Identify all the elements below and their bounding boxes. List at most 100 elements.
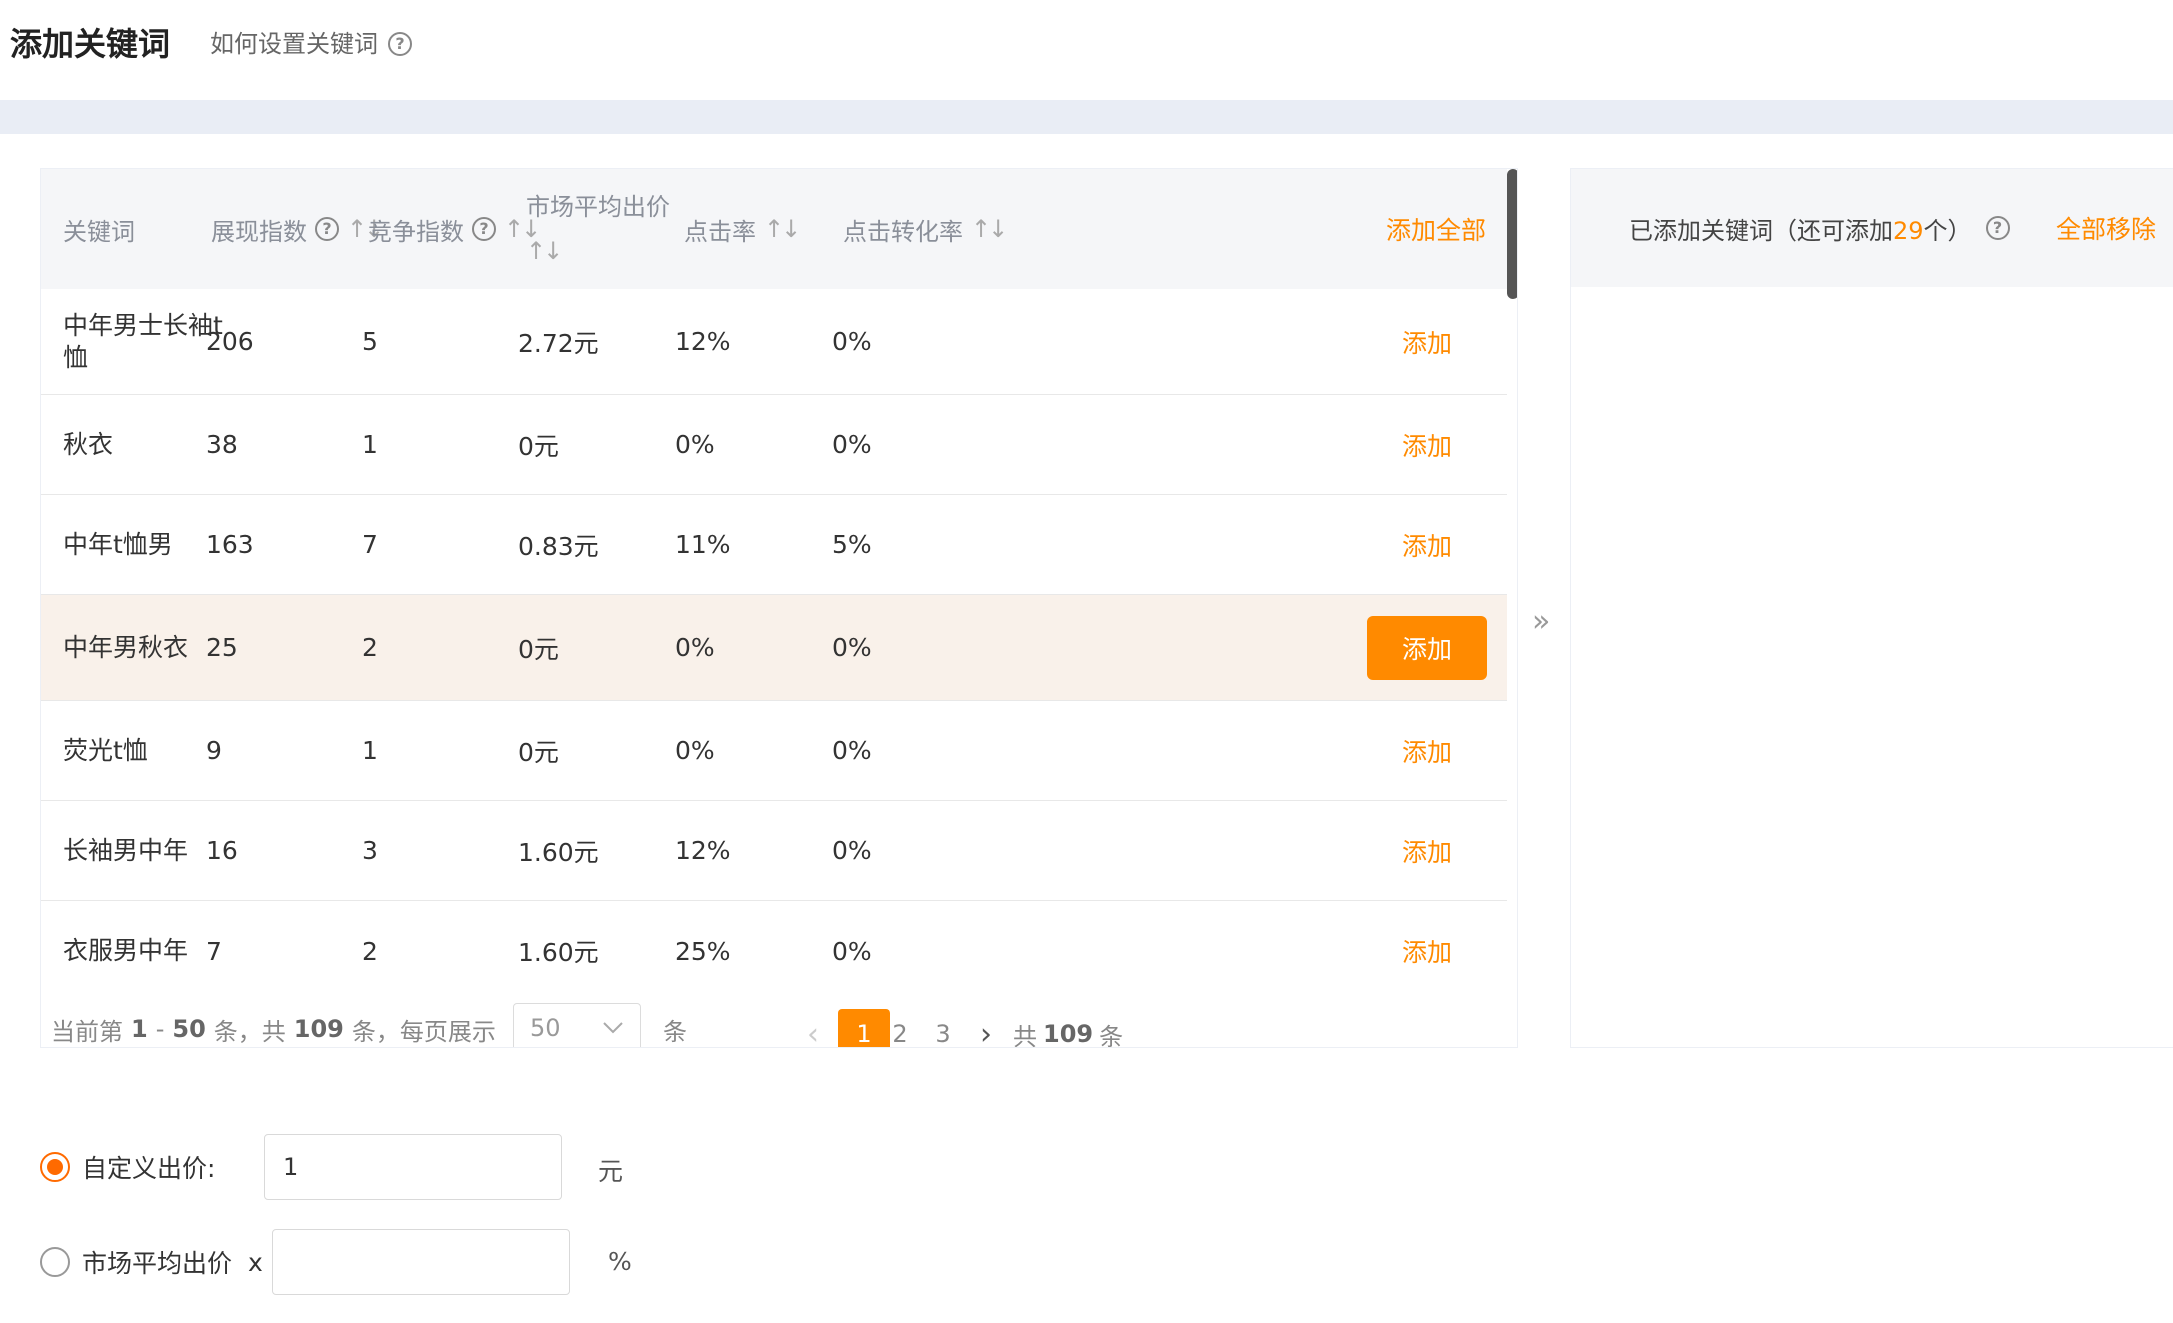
sort-icon[interactable]: ↑↓	[764, 215, 801, 243]
col-impression[interactable]: 展现指数 ? ↑↓	[211, 169, 384, 289]
selected-title-suffix: 个）	[1923, 216, 1972, 245]
cell-ctr: 11%	[675, 530, 731, 559]
market-bid-input[interactable]	[272, 1229, 570, 1295]
selected-panel-header: 已添加关键词（还可添加29个） ? 全部移除	[1571, 169, 2173, 287]
cell-avg-bid: 1.60元	[518, 837, 599, 867]
table-header: 关键词 展现指数 ? ↑↓ 竞争指数 ? ↑↓ 市场平均出价 ↑↓ 点击率 ↑↓…	[41, 169, 1507, 289]
add-all-button[interactable]: 添加全部	[1386, 169, 1486, 289]
market-bid-unit: %	[608, 1247, 632, 1276]
page-size-select[interactable]: 50	[513, 1003, 641, 1047]
cell-competition: 1	[362, 736, 378, 765]
help-link[interactable]: 如何设置关键词 ?	[210, 26, 412, 62]
keyword-table-body: 中年男士长袖t恤 206 5 2.72元 12% 0% 添加 秋衣 38 1 0…	[41, 289, 1507, 1001]
page-header: 添加关键词 如何设置关键词 ?	[0, 0, 2173, 100]
col-cvr[interactable]: 点击转化率 ↑↓	[843, 169, 1008, 289]
add-keyword-button[interactable]: 添加	[1387, 289, 1467, 394]
pagination-info-mid: 条，共	[213, 1017, 286, 1046]
custom-bid-label: 自定义出价:	[82, 1154, 216, 1183]
col-avg-bid[interactable]: 市场平均出价 ↑↓	[526, 169, 670, 289]
custom-bid-input[interactable]	[264, 1134, 562, 1200]
pagination-info-suffix: 条，每页展示	[351, 1017, 496, 1046]
market-bid-label: 市场平均出价	[82, 1249, 233, 1278]
add-keyword-button[interactable]: 添加	[1387, 395, 1467, 494]
help-link-label: 如何设置关键词	[210, 30, 378, 58]
pagination-range-start: 1	[131, 1015, 148, 1043]
table-row: 中年男士长袖t恤 206 5 2.72元 12% 0% 添加	[41, 289, 1507, 395]
sort-icon[interactable]: ↑↓	[971, 215, 1008, 243]
total-count: 109	[1043, 1020, 1094, 1048]
total-suffix: 条	[1099, 1022, 1124, 1048]
cell-competition: 1	[362, 430, 378, 459]
page-size-value: 50	[530, 1014, 561, 1042]
col-cvr-label: 点击转化率	[843, 217, 963, 246]
total-prefix: 共	[1013, 1022, 1037, 1048]
cell-avg-bid: 0元	[518, 634, 559, 664]
pagination-info: 当前第 1 - 50 条，共 109 条，每页展示	[51, 999, 496, 1047]
cell-ctr: 25%	[675, 936, 731, 966]
cell-cvr: 0%	[832, 836, 872, 865]
pagination-range-end: 50	[172, 1015, 206, 1043]
col-keyword: 关键词	[63, 169, 135, 289]
cell-cvr: 0%	[832, 327, 872, 356]
cell-cvr: 5%	[832, 530, 872, 559]
table-row: 衣服男中年 7 2 1.60元 25% 0% 添加	[41, 901, 1507, 1001]
cell-impression: 7	[206, 936, 222, 966]
sort-icon[interactable]: ↑↓	[526, 233, 563, 269]
question-circle-icon[interactable]: ?	[315, 217, 339, 241]
cell-avg-bid: 0.83元	[518, 531, 599, 561]
prev-page-icon[interactable]: ‹	[793, 1009, 833, 1048]
custom-bid-option[interactable]: 自定义出价:	[40, 1134, 215, 1200]
keyword-card: 关键词 展现指数 ? ↑↓ 竞争指数 ? ↑↓ 市场平均出价 ↑↓ 点击率 ↑↓…	[10, 134, 2173, 1323]
cell-competition: 5	[362, 327, 378, 356]
table-row: 长袖男中年 16 3 1.60元 12% 0% 添加	[41, 801, 1507, 901]
cell-cvr: 0%	[832, 430, 872, 459]
col-keyword-label: 关键词	[63, 217, 135, 246]
add-keyword-button[interactable]: 添加	[1387, 495, 1467, 594]
col-ctr[interactable]: 点击率 ↑↓	[684, 169, 801, 289]
double-chevron-right-icon[interactable]: »	[1532, 604, 1550, 639]
question-circle-icon[interactable]: ?	[472, 217, 496, 241]
cell-cvr: 0%	[832, 736, 872, 765]
cell-impression: 9	[206, 736, 222, 765]
cell-impression: 163	[206, 530, 254, 559]
add-keyword-button[interactable]: 添加	[1367, 616, 1487, 680]
cell-cvr: 0%	[832, 633, 872, 662]
page-button-2[interactable]: 2	[880, 1009, 920, 1047]
table-row: 秋衣 38 1 0元 0% 0% 添加	[41, 395, 1507, 495]
cell-impression: 38	[206, 430, 238, 459]
radio-selected-icon[interactable]	[40, 1152, 70, 1182]
cell-impression: 25	[206, 633, 238, 662]
remove-all-button[interactable]: 全部移除	[2056, 210, 2156, 246]
col-competition[interactable]: 竞争指数 ? ↑↓	[368, 169, 541, 289]
page-divider-band	[0, 100, 2173, 134]
cell-ctr: 12%	[675, 836, 731, 865]
table-row: 中年t恤男 163 7 0.83元 11% 5% 添加	[41, 495, 1507, 595]
cell-avg-bid: 1.60元	[518, 938, 599, 967]
cell-competition: 2	[362, 633, 378, 662]
custom-bid-unit: 元	[598, 1157, 624, 1186]
question-circle-icon[interactable]: ?	[388, 32, 412, 56]
market-bid-multiplier: x	[248, 1247, 263, 1277]
cell-impression: 206	[206, 327, 254, 356]
next-page-icon[interactable]: ›	[966, 1009, 1006, 1048]
market-bid-option[interactable]: 市场平均出价 x	[40, 1229, 263, 1295]
cell-competition: 2	[362, 936, 378, 966]
page-size-unit: 条	[663, 1017, 687, 1046]
cell-impression: 16	[206, 836, 238, 865]
cell-ctr: 0%	[675, 633, 715, 662]
pagination: 当前第 1 - 50 条，共 109 条，每页展示 50 条 ‹ 1 2 3 ›…	[41, 999, 1517, 1048]
radio-unselected-icon[interactable]	[40, 1247, 70, 1277]
question-circle-icon[interactable]: ?	[1985, 216, 2010, 240]
page-title: 添加关键词	[10, 25, 171, 63]
add-keyword-button[interactable]: 添加	[1387, 901, 1467, 1001]
cell-avg-bid: 2.72元	[518, 328, 599, 358]
table-scrollbar[interactable]	[1507, 169, 1517, 299]
cell-ctr: 12%	[675, 327, 731, 356]
chevron-down-icon	[603, 1022, 623, 1034]
page-button-3[interactable]: 3	[923, 1009, 963, 1047]
pagination-total-summary: 共 109 条	[1013, 1009, 1124, 1048]
pagination-total: 109	[293, 1015, 344, 1043]
add-keyword-button[interactable]: 添加	[1387, 801, 1467, 900]
col-ctr-label: 点击率	[684, 217, 756, 246]
add-keyword-button[interactable]: 添加	[1387, 701, 1467, 800]
